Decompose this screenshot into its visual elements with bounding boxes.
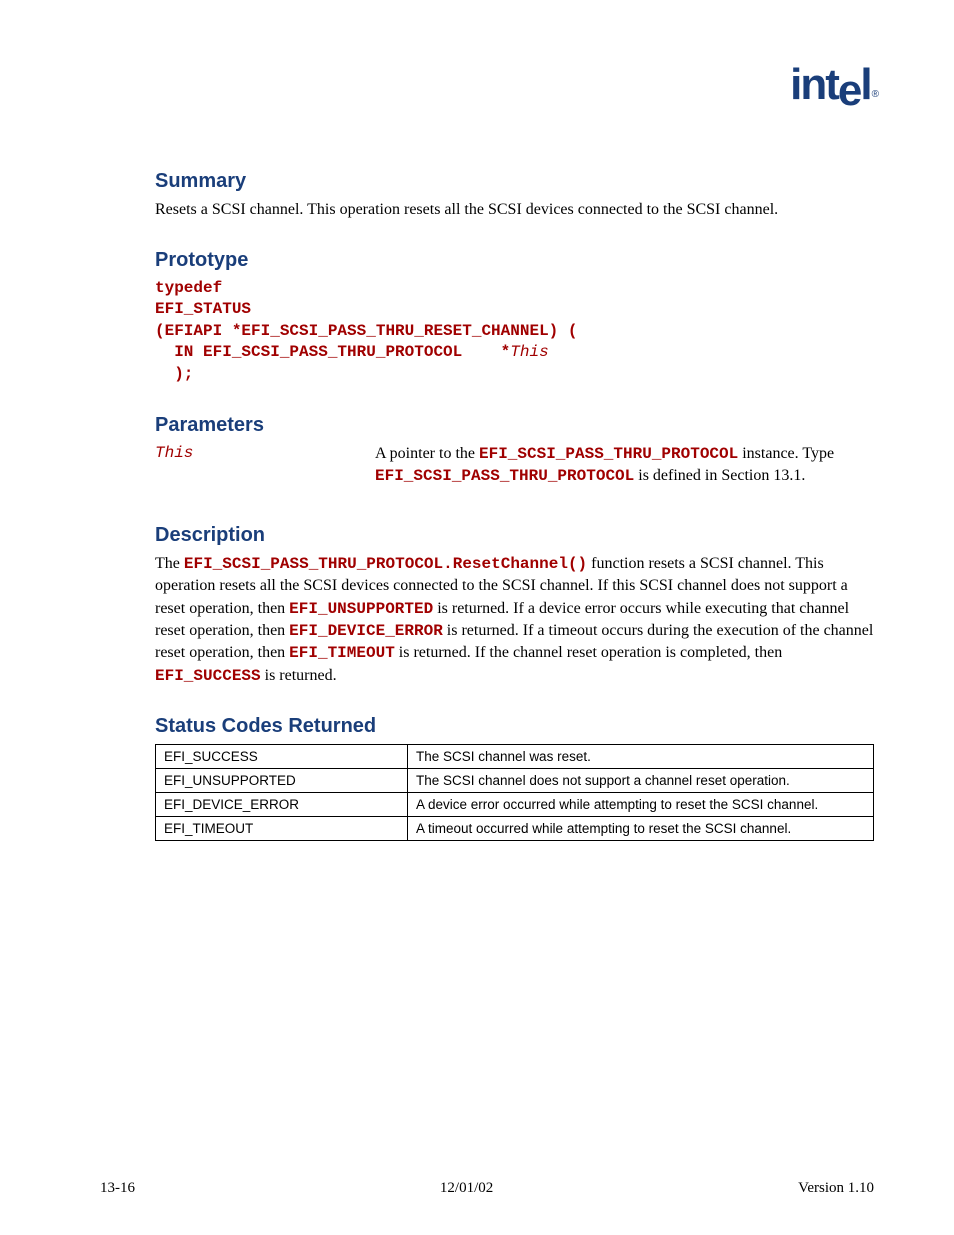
table-row: EFI_SUCCESS The SCSI channel was reset. — [156, 745, 874, 769]
footer-version: Version 1.10 — [798, 1180, 874, 1197]
heading-parameters: Parameters — [155, 414, 874, 437]
parameter-row: This A pointer to the EFI_SCSI_PASS_THRU… — [155, 443, 874, 488]
status-codes-table: EFI_SUCCESS The SCSI channel was reset. … — [155, 744, 874, 841]
table-row: EFI_DEVICE_ERROR A device error occurred… — [156, 793, 874, 817]
heading-summary: Summary — [155, 170, 874, 193]
table-row: EFI_UNSUPPORTED The SCSI channel does no… — [156, 769, 874, 793]
status-desc: The SCSI channel does not support a chan… — [408, 769, 874, 793]
description-text: The EFI_SCSI_PASS_THRU_PROTOCOL.ResetCha… — [155, 553, 874, 687]
footer-date: 12/01/02 — [440, 1180, 493, 1197]
intel-logo: intel® — [790, 60, 876, 110]
status-desc: The SCSI channel was reset. — [408, 745, 874, 769]
footer-page-number: 13-16 — [100, 1180, 135, 1197]
param-name: This — [155, 443, 375, 488]
status-desc: A timeout occurred while attempting to r… — [408, 817, 874, 841]
param-description: A pointer to the EFI_SCSI_PASS_THRU_PROT… — [375, 443, 874, 488]
heading-status-codes: Status Codes Returned — [155, 715, 874, 738]
status-code: EFI_DEVICE_ERROR — [156, 793, 408, 817]
heading-description: Description — [155, 524, 874, 547]
status-desc: A device error occurred while attempting… — [408, 793, 874, 817]
page-footer: 13-16 12/01/02 Version 1.10 — [100, 1180, 874, 1197]
heading-prototype: Prototype — [155, 249, 874, 272]
status-code: EFI_SUCCESS — [156, 745, 408, 769]
prototype-code: typedef EFI_STATUS (EFIAPI *EFI_SCSI_PAS… — [155, 278, 874, 386]
status-code: EFI_UNSUPPORTED — [156, 769, 408, 793]
summary-text: Resets a SCSI channel. This operation re… — [155, 199, 874, 221]
table-row: EFI_TIMEOUT A timeout occurred while att… — [156, 817, 874, 841]
status-code: EFI_TIMEOUT — [156, 817, 408, 841]
